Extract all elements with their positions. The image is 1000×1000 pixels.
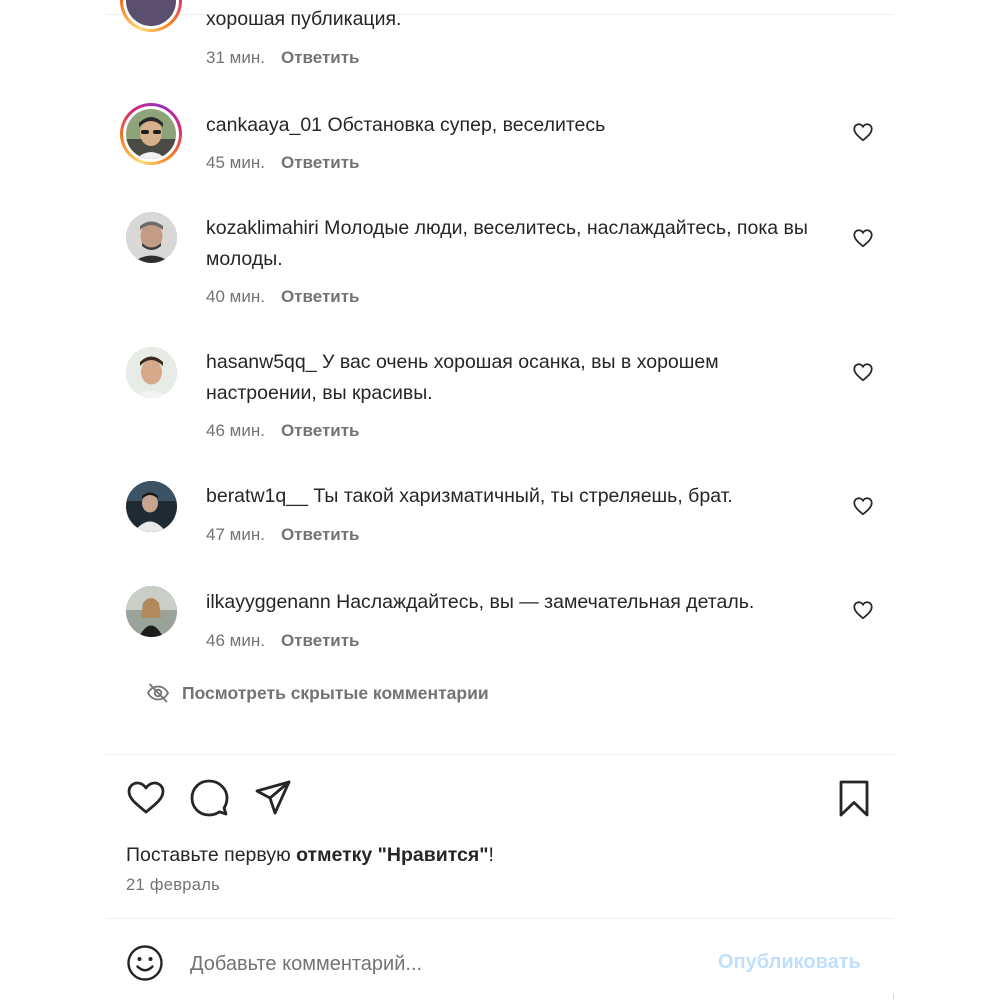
comment-text: hasanw5qq_ У вас очень хорошая осанка, в… — [206, 347, 826, 409]
comment-username[interactable]: kozaklimahiri — [206, 217, 319, 239]
comment-time[interactable]: 46 мин. — [206, 631, 265, 650]
comment-meta: 31 мин. Ответить — [206, 48, 360, 68]
comment-body: Ты такой харизматичный, ты стреляешь, бр… — [313, 485, 733, 507]
likes-summary: Поставьте первую отметку "Нравится"! — [126, 844, 494, 867]
comment-meta: 46 мин. Ответить — [206, 631, 360, 651]
comment-body: Обстановка супер, веселитесь — [327, 114, 606, 136]
comment-like-heart-icon[interactable] — [852, 599, 874, 621]
comment-like-heart-icon[interactable] — [852, 361, 874, 383]
comment-time[interactable]: 40 мин. — [206, 287, 265, 306]
avatar[interactable] — [126, 586, 177, 637]
comment-meta: 46 мин. Ответить — [206, 421, 360, 441]
comment-body: хорошая публикация. — [206, 8, 402, 30]
comment-text: хорошая публикация. — [206, 4, 826, 35]
comment-time[interactable]: 46 мин. — [206, 421, 265, 440]
avatar[interactable] — [126, 347, 177, 398]
reply-button[interactable]: Ответить — [281, 287, 360, 306]
comment-meta: 45 мин. Ответить — [206, 153, 360, 173]
comment-text: kozaklimahiri Молодые люди, веселитесь, … — [206, 213, 826, 275]
eye-slash-icon — [146, 683, 170, 703]
publish-button[interactable]: Опубликовать — [718, 951, 861, 974]
comment-text: cankaaya_01 Обстановка супер, веселитесь — [206, 110, 826, 141]
reply-button[interactable]: Ответить — [281, 421, 360, 440]
post-date[interactable]: 21 февраль — [126, 876, 220, 895]
view-hidden-comments-label: Посмотреть скрытые комментарии — [182, 682, 489, 703]
comment-meta: 47 мин. Ответить — [206, 525, 360, 545]
avatar[interactable] — [120, 103, 182, 165]
reply-button[interactable]: Ответить — [281, 525, 360, 544]
comment-username[interactable]: ilkayyggenann — [206, 591, 331, 613]
likes-prefix: Поставьте первую — [126, 844, 297, 866]
comment-like-heart-icon[interactable] — [852, 121, 874, 143]
likes-suffix: ! — [488, 844, 494, 866]
avatar[interactable] — [126, 212, 177, 263]
view-hidden-comments-button[interactable]: Посмотреть скрытые комментарии — [146, 681, 489, 705]
divider — [106, 918, 894, 919]
panel-edge — [893, 994, 894, 1000]
comment-username[interactable]: beratw1q__ — [206, 485, 308, 507]
reply-button[interactable]: Ответить — [281, 631, 360, 650]
comment-text: beratw1q__ Ты такой харизматичный, ты ст… — [206, 481, 826, 512]
comment-like-heart-icon[interactable] — [852, 495, 874, 517]
comment-text: ilkayyggenann Наслаждайтесь, вы — замеча… — [206, 587, 826, 618]
comment-body: Наслаждайтесь, вы — замечательная деталь… — [336, 591, 755, 613]
divider — [106, 754, 894, 755]
comment-input[interactable] — [190, 948, 700, 980]
comment-bubble-icon[interactable] — [189, 778, 229, 818]
bookmark-icon[interactable] — [834, 778, 874, 818]
paper-plane-icon[interactable] — [253, 778, 293, 818]
comment-time[interactable]: 47 мин. — [206, 525, 265, 544]
comment-meta: 40 мин. Ответить — [206, 287, 360, 307]
comment-time[interactable]: 45 мин. — [206, 153, 265, 172]
like-heart-icon[interactable] — [126, 778, 166, 818]
reply-button[interactable]: Ответить — [281, 153, 360, 172]
comment-like-heart-icon[interactable] — [852, 227, 874, 249]
comment-username[interactable]: cankaaya_01 — [206, 114, 322, 136]
first-like-link[interactable]: отметку "Нравится" — [296, 844, 488, 866]
smiley-icon[interactable] — [126, 944, 164, 982]
comment-time[interactable]: 31 мин. — [206, 48, 265, 67]
avatar[interactable] — [126, 481, 177, 532]
comment-username[interactable]: hasanw5qq_ — [206, 351, 317, 373]
reply-button[interactable]: Ответить — [281, 48, 360, 67]
